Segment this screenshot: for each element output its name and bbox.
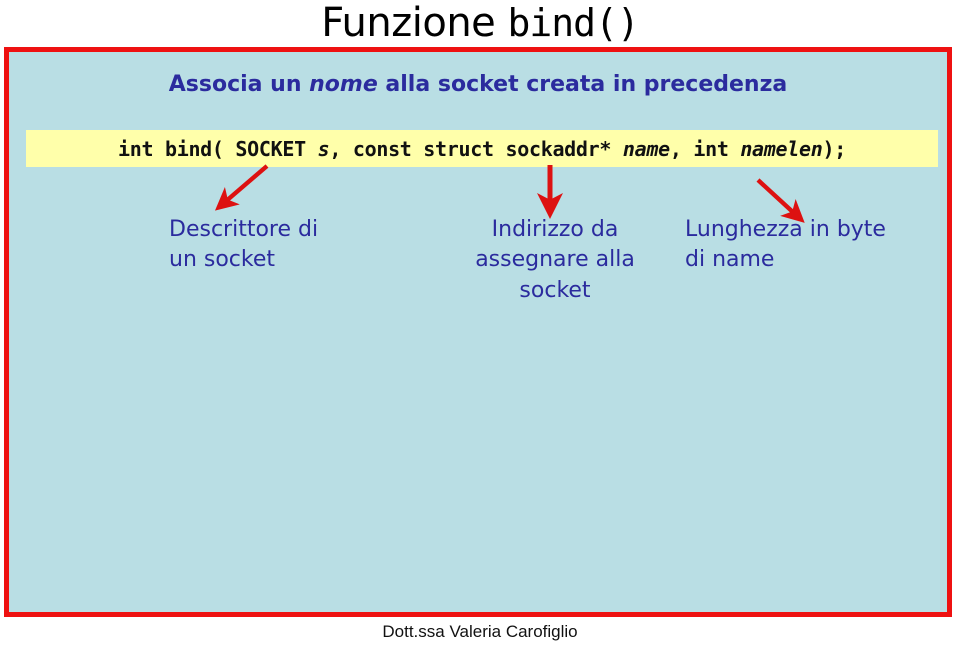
signature-param-namelen: namelen	[740, 136, 823, 161]
page-title-code: bind()	[507, 1, 640, 45]
signature-part-3: , int	[669, 136, 741, 161]
function-signature-box: int bind( SOCKET s, const struct sockadd…	[26, 130, 938, 167]
annotation-lunghezza: Lunghezza in byte di name	[685, 217, 886, 273]
signature-param-s: s	[317, 136, 330, 161]
subtitle: Associa un nome alla socket creata in pr…	[9, 74, 947, 96]
page-title: Funzione bind()	[0, 0, 960, 46]
signature-part-4: );	[822, 136, 847, 161]
annotation-indirizzo: Indirizzo da assegnare alla socket	[475, 217, 635, 303]
page-title-text: Funzione	[321, 0, 508, 46]
signature-part-1: int bind( SOCKET	[118, 136, 318, 161]
arrow-down-left-icon	[214, 164, 269, 211]
signature-part-2: , const struct sockaddr*	[329, 136, 623, 161]
arrow-down-right-icon	[756, 178, 805, 223]
signature-param-name: name	[622, 136, 670, 161]
subtitle-part-before: Associa un	[168, 72, 310, 97]
function-signature-text: int bind( SOCKET s, const struct sockadd…	[118, 137, 846, 161]
subtitle-emphasis-nome: nome	[309, 72, 378, 97]
footer-author: Dott.ssa Valeria Carofiglio	[382, 622, 578, 641]
annotation-descrittore: Descrittore di un socket	[169, 217, 319, 273]
content-panel: Associa un nome alla socket creata in pr…	[4, 47, 952, 617]
subtitle-part-after: alla socket creata in precedenza	[377, 72, 788, 97]
